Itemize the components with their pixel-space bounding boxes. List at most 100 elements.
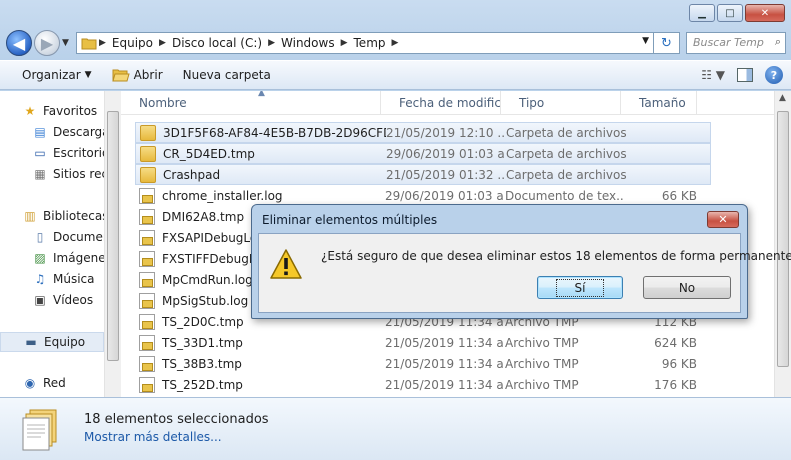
show-more-details-link[interactable]: Mostrar más detalles... — [84, 430, 222, 444]
file-name-cell: Crashpad — [136, 166, 386, 183]
breadcrumb-equipo[interactable]: Equipo — [108, 36, 157, 50]
breadcrumb-temp[interactable]: Temp — [350, 36, 390, 50]
nav-music[interactable]: ♫ Música — [32, 269, 95, 289]
nav-label: Favoritos — [43, 104, 98, 118]
column-name[interactable]: Nombre — [121, 91, 381, 115]
column-date[interactable]: Fecha de modifica... — [381, 91, 501, 115]
forward-button[interactable]: ▶ — [34, 30, 60, 56]
navigation-bar: ◀ ▶ ▼ ▶ Equipo ▶ Disco local (C:) ▶ Wind… — [0, 28, 791, 58]
videos-icon: ▣ — [34, 293, 46, 307]
nav-label: Equipo — [44, 335, 86, 349]
chevron-right-icon[interactable]: ▶ — [339, 38, 350, 48]
nav-videos[interactable]: ▣ Vídeos — [32, 290, 93, 310]
file-type: Carpeta de archivos — [506, 167, 626, 182]
nav-computer[interactable]: ▬ Equipo — [0, 332, 104, 352]
chevron-right-icon[interactable]: ▶ — [266, 38, 277, 48]
nav-libraries[interactable]: ▥ Bibliotecas — [22, 206, 104, 226]
search-input[interactable]: Buscar Temp ⌕ — [686, 32, 786, 54]
preview-pane-icon[interactable] — [737, 68, 753, 82]
help-icon[interactable]: ? — [765, 66, 783, 84]
file-icon — [139, 355, 155, 372]
file-date: 29/06/2019 01:03 a... — [386, 146, 506, 161]
dialog-body: ¿Está seguro de que desea eliminar estos… — [258, 233, 791, 313]
file-row[interactable]: TS_33D1.tmp 21/05/2019 11:34 a... Archivo … — [135, 332, 711, 353]
file-name: TS_2D0C.tmp — [162, 314, 244, 329]
scroll-up-icon[interactable]: ▲ — [779, 93, 786, 103]
chevron-down-icon: ▼ — [84, 70, 92, 80]
nav-favorites[interactable]: ★ Favoritos — [22, 101, 98, 121]
file-row[interactable]: Crashpad 21/05/2019 01:32 ... Carpeta de a… — [135, 164, 711, 185]
command-bar: Organizar ▼ Abrir Nueva carpeta ☷ ▼ ? — [0, 60, 791, 90]
column-type[interactable]: Tipo — [501, 91, 621, 115]
breadcrumb-windows[interactable]: Windows — [277, 36, 339, 50]
file-row[interactable]: chrome_installer.log 29/06/2019 01:03 a..… — [135, 185, 711, 206]
downloads-folder-icon: ▤ — [34, 125, 46, 139]
address-bar[interactable]: ▶ Equipo ▶ Disco local (C:) ▶ Windows ▶ … — [76, 32, 654, 54]
file-date: 21/05/2019 01:32 ... — [386, 167, 506, 182]
scrollbar-thumb[interactable] — [777, 111, 789, 367]
chevron-right-icon[interactable]: ▶ — [157, 38, 168, 48]
back-button[interactable]: ◀ — [6, 30, 32, 56]
nav-label: Sitios rec — [53, 167, 104, 181]
file-icon — [139, 292, 155, 309]
nav-label: Descarga — [53, 125, 104, 139]
file-name: MpSigStub.log — [162, 293, 249, 308]
nav-label: Bibliotecas — [43, 209, 104, 223]
new-folder-button[interactable]: Nueva carpeta — [173, 68, 281, 82]
folder-icon — [81, 38, 97, 50]
open-folder-icon — [111, 69, 130, 82]
search-icon: ⌕ — [774, 35, 781, 48]
scrollbar-thumb[interactable] — [107, 111, 119, 361]
chevron-right-icon[interactable]: ▶ — [390, 38, 401, 48]
file-row[interactable]: TS_38B3.tmp 21/05/2019 11:34 a... Archivo … — [135, 353, 711, 374]
file-row[interactable]: CR_5D4ED.tmp 29/06/2019 01:03 a... Carpeta… — [135, 143, 711, 164]
yes-button[interactable]: Sí — [537, 276, 623, 299]
close-button[interactable]: ✕ — [745, 4, 785, 22]
maximize-button[interactable]: □ — [717, 4, 743, 22]
explorer-window: ▁ □ ✕ ◀ ▶ ▼ ▶ Equipo ▶ Disco local (C:) … — [0, 0, 791, 460]
organize-label: Organizar — [22, 68, 81, 82]
selection-count: 18 elementos seleccionados — [84, 412, 269, 427]
file-name-cell: 3D1F5F68-AF84-4E5B-B7DB-2D96CFD6C0... — [136, 124, 386, 141]
file-icon — [139, 313, 155, 330]
file-icon — [139, 250, 155, 267]
window-controls: ▁ □ ✕ — [689, 4, 785, 22]
network-icon: ◉ — [24, 376, 36, 390]
nav-recent-places[interactable]: ▦ Sitios rec — [32, 164, 104, 184]
no-button[interactable]: No — [643, 276, 731, 299]
refresh-button[interactable]: ↻ — [654, 32, 680, 54]
recent-pages-dropdown-icon[interactable]: ▼ — [62, 38, 69, 48]
nav-downloads[interactable]: ▤ Descarga — [32, 122, 104, 142]
open-button[interactable]: Abrir — [102, 68, 173, 82]
nav-label: Documen — [53, 230, 104, 244]
folder-icon — [140, 166, 156, 183]
documents-icon: ▯ — [36, 230, 44, 244]
dialog-close-button[interactable]: ✕ — [707, 211, 739, 228]
nav-desktop[interactable]: ▭ Escritorio — [32, 143, 104, 163]
nav-pictures[interactable]: ▨ Imágene — [32, 248, 104, 268]
file-date: 21/05/2019 11:34 a... — [385, 377, 505, 392]
dialog-message: ¿Está seguro de que desea eliminar estos… — [321, 249, 791, 263]
recent-places-icon: ▦ — [34, 167, 46, 181]
refresh-icon: ↻ — [661, 35, 672, 51]
chevron-down-icon[interactable]: ▼ — [642, 36, 649, 46]
file-row[interactable]: 3D1F5F68-AF84-4E5B-B7DB-2D96CFD6C0...21/… — [135, 122, 711, 143]
organize-button[interactable]: Organizar ▼ — [12, 68, 102, 82]
file-list-scrollbar[interactable]: ▲ — [774, 91, 791, 397]
minimize-button[interactable]: ▁ — [689, 4, 715, 22]
file-icon — [139, 271, 155, 288]
column-size[interactable]: Tamaño — [621, 91, 697, 115]
nav-network[interactable]: ◉ Red — [22, 373, 66, 393]
breadcrumb-disco-local[interactable]: Disco local (C:) — [168, 36, 266, 50]
file-icon — [139, 208, 155, 225]
navigation-pane-scrollbar[interactable] — [104, 91, 121, 397]
file-name-cell: CR_5D4ED.tmp — [136, 145, 386, 162]
nav-documents[interactable]: ▯ Documen — [32, 227, 104, 247]
file-row[interactable]: TS_252D.tmp 21/05/2019 11:34 a... Archivo … — [135, 374, 711, 395]
file-name-cell: TS_33D1.tmp — [135, 334, 385, 351]
file-icon — [139, 187, 155, 204]
libraries-icon: ▥ — [24, 209, 36, 223]
chevron-right-icon[interactable]: ▶ — [97, 38, 108, 48]
file-name: TS_252D.tmp — [162, 377, 243, 392]
view-options-icon[interactable]: ☷ ▼ — [701, 68, 725, 82]
